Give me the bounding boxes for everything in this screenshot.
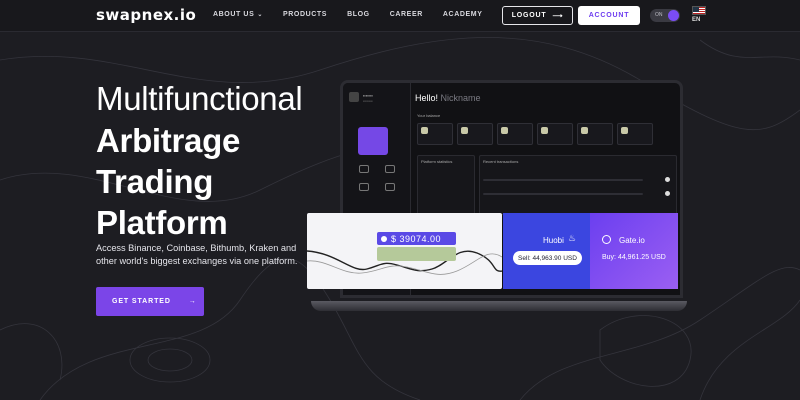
main-nav: ABOUT US ⌄ PRODUCTS BLOG CAREER ACADEMY xyxy=(213,11,502,18)
chart-icon xyxy=(385,165,395,173)
nav-career[interactable]: CAREER xyxy=(390,11,423,18)
status-dot xyxy=(665,191,670,196)
brand-logo[interactable]: swapnex.io xyxy=(96,6,196,24)
coin-icon xyxy=(381,235,387,242)
gate-name: Gate.io xyxy=(619,236,645,245)
recent-transactions-panel xyxy=(479,155,677,215)
price-value: $ 39074.00 xyxy=(391,233,442,244)
huobi-sell-price: Sell: 44,963.90 USD xyxy=(513,251,582,265)
gate-logo-icon xyxy=(602,235,611,244)
gate-card: Gate.io Buy: 44,961.25 USD xyxy=(590,213,678,289)
balance-section-title: Your balance xyxy=(417,113,441,118)
price-change-bar xyxy=(377,247,456,261)
hero-title-line-1: Multifunctional xyxy=(96,80,303,117)
price-badge: $ 39074.00 xyxy=(377,232,456,245)
settings-icon xyxy=(359,183,369,191)
transaction-row xyxy=(483,193,643,195)
transaction-row xyxy=(483,179,643,181)
logout-label: LOGOUT xyxy=(511,12,547,19)
dashboard-user-sub: ▪▪▪▪▪▪▪▪▪ xyxy=(363,99,373,103)
nav-academy[interactable]: ACADEMY xyxy=(443,11,483,18)
top-navbar: swapnex.io ABOUT US ⌄ PRODUCTS BLOG CARE… xyxy=(0,0,800,32)
laptop-base xyxy=(311,301,687,311)
account-button[interactable]: ACCOUNT xyxy=(578,6,640,25)
huobi-card: Huobi ♨ Sell: 44,963.90 USD xyxy=(503,213,590,289)
recent-transactions-title: Recent transactions xyxy=(483,159,519,164)
greeting-hello: Hello! xyxy=(415,93,439,103)
arrow-right-icon: ⟶ xyxy=(552,12,564,20)
balance-card xyxy=(577,123,613,145)
nav-products[interactable]: PRODUCTS xyxy=(283,11,327,18)
avatar xyxy=(349,92,359,102)
balance-card xyxy=(417,123,453,145)
arrow-right-icon: → xyxy=(188,298,197,305)
hero-title-line-3: Trading xyxy=(96,163,214,200)
logout-button[interactable]: LOGOUT ⟶ xyxy=(502,6,573,25)
history-icon xyxy=(385,183,395,191)
nav-blog[interactable]: BLOG xyxy=(347,11,370,18)
theme-toggle-label: ON xyxy=(655,12,663,18)
wallet-icon xyxy=(359,165,369,173)
get-started-button[interactable]: GET STARTED → xyxy=(96,287,204,316)
hero-subtitle: Access Binance, Coinbase, Bithumb, Krake… xyxy=(96,243,298,266)
hero-title-line-2: Arbitrage xyxy=(96,122,240,159)
platform-statistics-title: Platform statistics xyxy=(421,159,453,164)
status-dot xyxy=(665,177,670,182)
balance-card xyxy=(617,123,653,145)
theme-toggle[interactable]: ON xyxy=(650,9,680,22)
huobi-name: Huobi xyxy=(543,236,564,245)
hero-title-line-4: Platform xyxy=(96,204,228,241)
nav-about-us-label: ABOUT US xyxy=(213,11,255,18)
gate-buy-price: Buy: 44,961.25 USD xyxy=(602,254,666,261)
platform-statistics-panel xyxy=(417,155,475,215)
get-started-label: GET STARTED xyxy=(112,298,171,305)
dashboard-greeting: Hello! Nickname xyxy=(415,93,481,103)
huobi-flame-icon: ♨ xyxy=(568,233,577,243)
toggle-knob xyxy=(668,10,679,21)
balance-card xyxy=(497,123,533,145)
greeting-name: Nickname xyxy=(440,93,481,103)
chevron-down-icon: ⌄ xyxy=(257,12,263,18)
dashboard-active-tile xyxy=(358,127,388,155)
nav-about-us[interactable]: ABOUT US ⌄ xyxy=(213,11,263,18)
dashboard-user-name: ▪▪▪▪▪▪▪ xyxy=(363,93,373,98)
balance-card xyxy=(457,123,493,145)
language-selector[interactable]: EN xyxy=(692,17,700,23)
us-flag-icon[interactable] xyxy=(692,6,706,15)
balance-card xyxy=(537,123,573,145)
